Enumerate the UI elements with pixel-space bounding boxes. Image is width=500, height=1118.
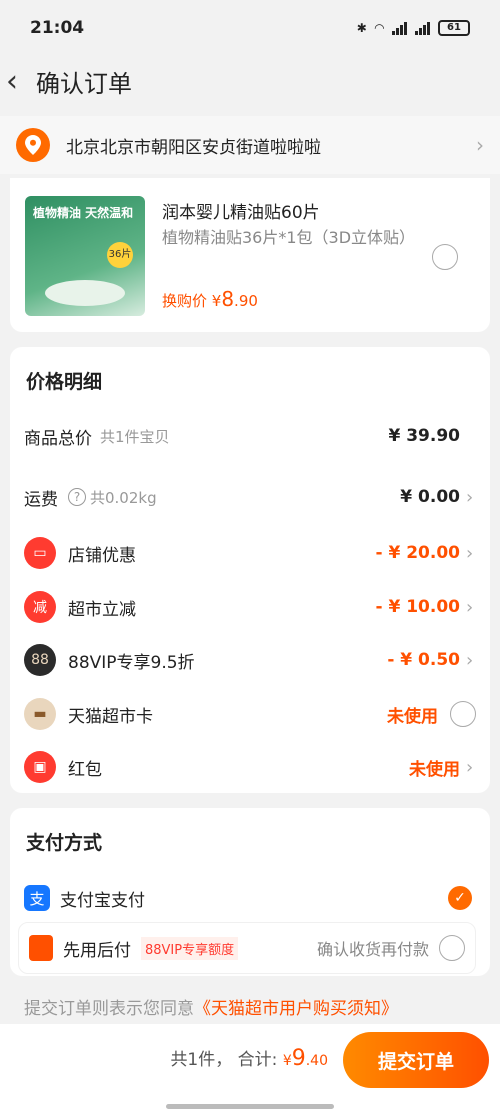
address-row[interactable]: 北京北京市朝阳区安贞街道啦啦啦 › (0, 116, 500, 174)
battery-icon: 61 (438, 20, 470, 36)
bluetooth-icon: ✱ (356, 21, 367, 35)
chevron-right-icon: › (476, 133, 484, 157)
payment-title: 支付方式 (26, 832, 103, 854)
status-time: 21:04 (30, 18, 85, 38)
pay-later-label: 先用后付 (63, 940, 131, 961)
chevron-right-icon: › (466, 542, 474, 564)
alipay-icon: 支 (24, 885, 50, 911)
pay-later-note: 确认收货再付款 (316, 940, 429, 959)
row-value: 未使用 (409, 759, 460, 780)
address-text: 北京北京市朝阳区安贞街道啦啦啦 (66, 137, 321, 158)
chevron-right-icon: › (466, 486, 474, 508)
row-red-packet[interactable]: ▣ 红包 未使用 › (10, 745, 490, 789)
row-goods-total: 商品总价 共1件宝贝 ¥ 39.90 (10, 414, 490, 458)
product-select-radio[interactable] (432, 244, 458, 270)
row-label: 天猫超市卡 (68, 706, 153, 727)
location-pin-icon (16, 128, 50, 162)
price-integer: 8 (221, 287, 235, 311)
reduce-icon: 减 (24, 591, 56, 623)
price-detail-title: 价格明细 (26, 371, 103, 393)
question-icon[interactable]: ? (68, 488, 86, 506)
row-value: - ¥ 10.00 (375, 597, 461, 617)
row-value: ¥ 0.00 (400, 487, 460, 507)
agreement-prefix: 提交订单则表示您同意 (24, 999, 194, 1019)
submit-order-button[interactable]: 提交订单 (343, 1032, 489, 1088)
row-88vip-discount[interactable]: 88 88VIP专享9.5折 - ¥ 0.50 › (10, 638, 490, 682)
pay-later-option[interactable]: 先用后付 88VIP专享额度 确认收货再付款 (18, 922, 476, 974)
row-label: 运费 (24, 489, 58, 510)
card-icon: ▬ (24, 698, 56, 730)
item-count: 共1件， (170, 1050, 233, 1070)
order-total: 共1件， 合计: ¥9.40 (170, 1045, 328, 1071)
row-sub: 共1件宝贝 (100, 427, 170, 446)
product-spec: 植物精油贴36片*1包（3D立体贴） (162, 228, 416, 247)
product-price: 换购价 ¥8.90 (162, 287, 258, 311)
total-amount: ¥9.40 (282, 1046, 328, 1071)
row-shipping[interactable]: 运费 ? 共0.02kg ¥ 0.00 › (10, 475, 490, 519)
payment-card: 支付方式 支 支付宝支付 ✓ 先用后付 88VIP专享额度 确认收货再付款 (10, 808, 490, 976)
price-label: 换购价 ¥ (162, 292, 222, 310)
row-label: 88VIP专享9.5折 (68, 652, 195, 673)
row-label: 商品总价 (24, 428, 92, 449)
product-image-pedestal (45, 280, 125, 306)
agreement-link[interactable]: 《天猫超市用户购买须知》 (194, 999, 398, 1019)
row-value: - ¥ 0.50 (387, 650, 460, 670)
row-value: ¥ 39.90 (388, 426, 460, 446)
chevron-right-icon: › (466, 649, 474, 671)
product-title[interactable]: 润本婴儿精油贴60片 (162, 198, 320, 223)
status-icons: ✱ ◠ 61 (357, 20, 470, 36)
status-bar: 21:04 ✱ ◠ 61 (0, 0, 500, 56)
row-shop-discount[interactable]: ▭ 店铺优惠 - ¥ 20.00 › (10, 531, 490, 575)
price-detail-card: 价格明细 商品总价 共1件宝贝 ¥ 39.90 运费 ? 共0.02kg ¥ 0… (10, 347, 490, 793)
nav-bar: ‹ 确认订单 (0, 56, 500, 106)
product-image-badge: 36片 (107, 242, 133, 268)
home-indicator[interactable] (166, 1104, 334, 1109)
row-tmall-card[interactable]: ▬ 天猫超市卡 未使用 (10, 692, 490, 736)
vip-quota-tag: 88VIP专享额度 (141, 936, 239, 960)
back-icon[interactable]: ‹ (6, 64, 32, 99)
pay-later-radio[interactable] (439, 935, 465, 961)
product-image-text: 植物精油 天然温和 (33, 206, 134, 220)
total-label: 合计: (237, 1050, 278, 1070)
chevron-right-icon: › (466, 756, 474, 778)
chevron-right-icon: › (466, 596, 474, 618)
checkmark-icon[interactable]: ✓ (448, 886, 472, 910)
product-image[interactable]: 植物精油 天然温和 36片 (25, 196, 145, 316)
shopping-bag-icon (29, 935, 53, 961)
row-value: - ¥ 20.00 (375, 543, 461, 563)
row-label: 超市立减 (68, 599, 136, 620)
wifi-icon: ◠ (374, 21, 384, 35)
page-title: 确认订单 (36, 69, 132, 98)
row-label: 店铺优惠 (68, 545, 136, 566)
row-label: 红包 (68, 759, 102, 780)
alipay-option[interactable]: 支 支付宝支付 ✓ (10, 878, 490, 918)
vip-88-icon: 88 (24, 644, 56, 676)
signal-icon (392, 21, 407, 35)
row-sub: 共0.02kg (90, 488, 157, 507)
price-decimal: .90 (234, 292, 258, 310)
coupon-icon: ▭ (24, 537, 56, 569)
red-packet-icon: ▣ (24, 751, 56, 783)
row-supermarket-discount[interactable]: 减 超市立减 - ¥ 10.00 › (10, 585, 490, 629)
tmall-card-radio[interactable] (450, 701, 476, 727)
row-value: 未使用 (387, 706, 438, 727)
signal-icon-2 (415, 21, 430, 35)
agreement-text: 提交订单则表示您同意《天猫超市用户购买须知》 (24, 994, 398, 1019)
product-card: 植物精油 天然温和 36片 润本婴儿精油贴60片 植物精油贴36片*1包（3D立… (10, 178, 490, 332)
alipay-label: 支付宝支付 (60, 890, 145, 911)
